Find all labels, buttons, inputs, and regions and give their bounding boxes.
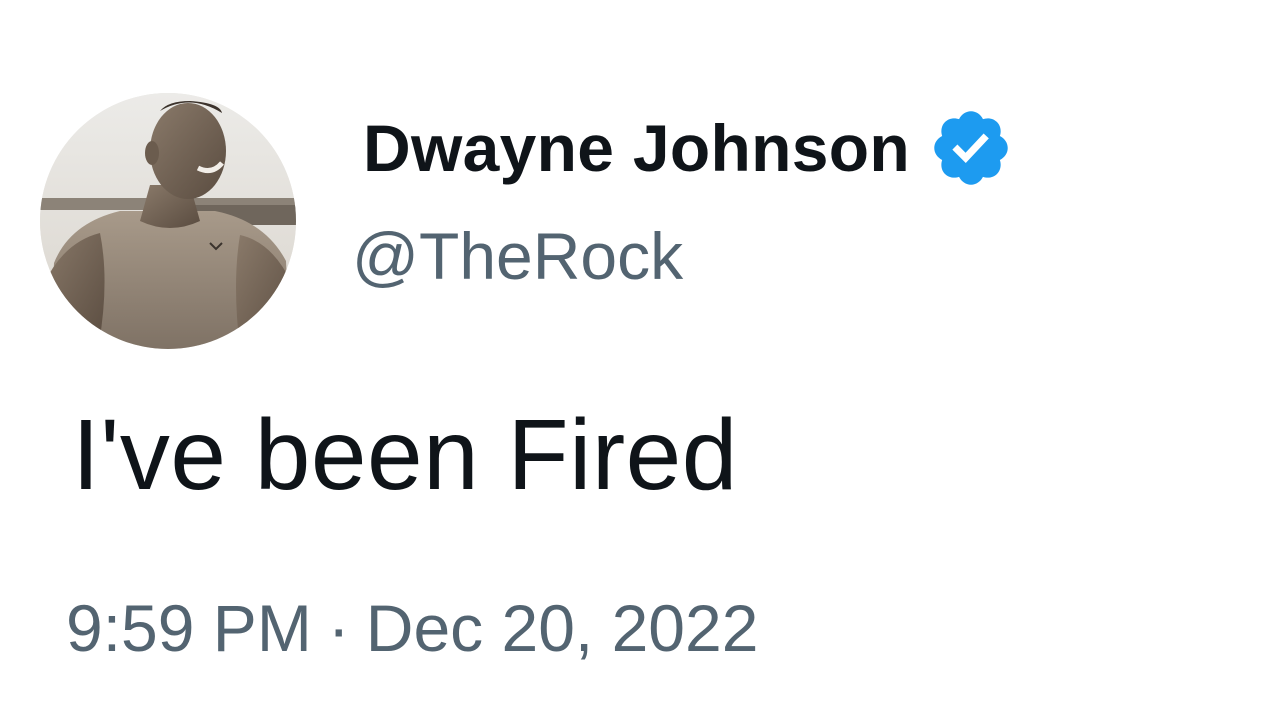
display-name[interactable]: Dwayne Johnson [363, 110, 910, 186]
tweet-timestamp[interactable]: 9:59 PM · Dec 20, 2022 [66, 590, 758, 666]
user-handle[interactable]: @TheRock [352, 218, 683, 294]
profile-photo [40, 93, 296, 349]
timestamp-separator: · [327, 591, 350, 665]
avatar[interactable] [40, 93, 296, 349]
timestamp-date: Dec 20, 2022 [365, 591, 759, 665]
verified-badge-icon [928, 105, 1014, 191]
timestamp-time: 9:59 PM [66, 591, 312, 665]
tweet-text: I've been Fired [72, 399, 738, 511]
author-row: Dwayne Johnson [363, 108, 1014, 188]
tweet-card: Dwayne Johnson @TheRock I've been Fired … [0, 0, 1280, 720]
